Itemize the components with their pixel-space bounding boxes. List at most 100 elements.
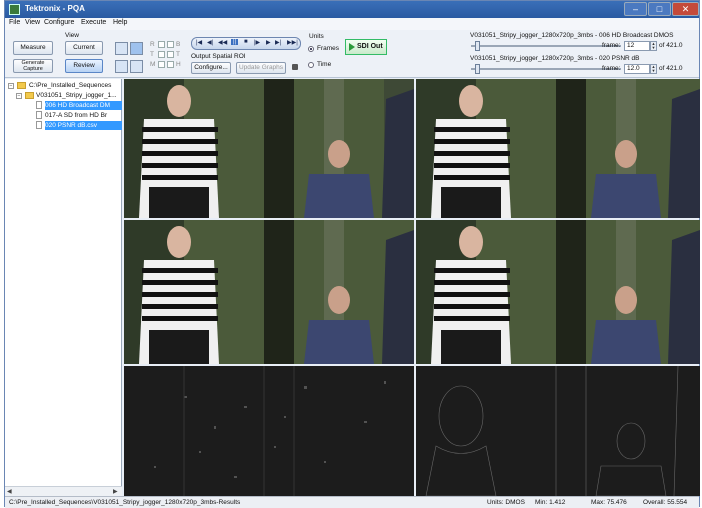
test-frame-view[interactable] [416,79,700,218]
current-label: Current [73,44,95,51]
status-units: Units: DMOS [487,499,525,506]
toggle-t1-label: T [150,51,154,58]
toggle-r-checkbox[interactable] [158,41,165,48]
menu-file[interactable]: File [9,19,20,26]
pause-icon[interactable]: || [231,39,239,45]
review-label: Review [73,62,95,69]
tree-horizontal-scrollbar[interactable]: ◀ ▶ [5,486,122,496]
menu-configure[interactable]: Configure [44,19,74,26]
toggle-h-checkbox[interactable] [167,61,174,68]
view-label: View [65,32,79,39]
scroll-right-icon[interactable]: ▶ [113,488,118,495]
sequence-2-frame-label: frame: [602,65,621,72]
stop-icon[interactable]: ■ [244,39,248,45]
fast-forward-icon[interactable]: ▶| [275,39,281,46]
tree-item-006[interactable]: 006 HD Broadcast DM [45,101,122,110]
menu-help[interactable]: Help [113,19,127,26]
minimize-button[interactable]: – [624,2,647,16]
sdi-out-button[interactable]: SDI Out [345,39,387,55]
sequence-1-total: of 421.0 [659,42,683,49]
status-max: Max: 75.476 [591,499,627,506]
toggle-t2-label: T [176,51,180,58]
rewind-icon[interactable]: ◀◀ [218,39,227,46]
window-title: Tektronix - PQA [25,4,85,13]
frames-radio[interactable] [308,46,314,52]
tree-child-expander[interactable]: − [16,93,22,99]
menu-execute[interactable]: Execute [81,19,106,26]
time-radio[interactable] [308,62,314,68]
sequence-1-slider-thumb[interactable] [475,41,481,51]
app-icon [9,4,20,15]
sdi-out-label: SDI Out [357,43,383,50]
status-min: Min: 1.412 [535,499,566,506]
lock-icon[interactable] [292,64,298,70]
step-forward-icon[interactable]: |▶ [254,39,260,46]
toggle-g-checkbox[interactable] [167,41,174,48]
toggle-m-checkbox[interactable] [158,61,165,68]
toggle-b-label: B [176,41,181,48]
maximize-button[interactable]: □ [648,2,671,16]
quad-layout-icon[interactable] [130,42,143,55]
scroll-left-icon[interactable]: ◀ [7,488,12,495]
sequence-1-spinner[interactable]: ▲ ▼ [650,41,657,51]
root-folder-icon [17,82,26,89]
test-frame-view-2[interactable] [416,220,700,364]
units-label: Units [309,33,324,40]
transport-controls: |◀ ◀| ◀◀ || ■ |▶ ▶ ▶| ▶▶| [191,37,301,50]
tree-child[interactable]: V031051_Stripy_jogger_1... [36,91,122,100]
review-button[interactable]: Review [65,59,103,73]
file-icon [36,121,42,129]
sequence-2-name: V031051_Stripy_jogger_1280x720p_3mbs - 0… [470,55,640,62]
toggle-t2-checkbox[interactable] [167,51,174,58]
status-overall: Overall: 55.554 [643,499,688,506]
tree-item-017[interactable]: 017-A SD from HD Br [45,111,122,120]
file-icon [36,101,42,109]
app-window: Tektronix - PQA – □ ✕ File View Configur… [4,0,700,508]
single-layout-icon[interactable] [115,60,128,73]
toggle-r-label: R [150,41,155,48]
time-label: Time [317,61,332,68]
sequence-tree: − C:\Pre_Installed_Sequences − V031051_S… [5,79,122,496]
sequence-1-name: V031051_Stripy_jogger_1280x720p_3mbs - 0… [470,32,674,39]
psnr-difference-map[interactable] [416,366,700,496]
reference-frame-view-2[interactable] [124,220,414,364]
sequence-1-slider-track[interactable] [471,45,621,47]
go-start-icon[interactable]: |◀ [196,39,202,46]
toggle-m-label: M [150,61,156,68]
sequence-2-frame-input[interactable]: 12.0 [624,64,650,74]
tree-root[interactable]: C:\Pre_Installed_Sequences [29,81,121,90]
grid-layout-icon[interactable] [115,42,128,55]
measure-button[interactable]: Measure [13,41,53,55]
sequence-2-slider-thumb[interactable] [475,64,481,74]
sequence-2-slider-track[interactable] [471,68,621,70]
update-graphs-button[interactable]: Update Graphs [236,62,286,74]
sequence-2-total: of 421.0 [659,65,683,72]
close-button[interactable]: ✕ [672,2,699,16]
current-button[interactable]: Current [65,41,103,55]
sequence-2-spinner[interactable]: ▲ ▼ [650,64,657,74]
frames-label: Frames [317,45,340,52]
go-end-icon[interactable]: ▶▶| [287,39,298,46]
reference-frame-view[interactable] [124,79,414,218]
configure-button[interactable]: Configure... [191,62,231,74]
generate-capture-button[interactable]: Generate Capture [13,59,53,73]
dual-layout-icon[interactable] [130,60,143,73]
sequence-1-frame-input[interactable]: 12 [624,41,650,51]
configure-label: Configure... [194,64,228,71]
toggle-t1-checkbox[interactable] [158,51,165,58]
tree-root-expander[interactable]: − [8,83,14,89]
status-path: C:\Pre_Installed_Sequences\V031051_Strip… [9,499,241,506]
menu-view[interactable]: View [25,19,40,26]
dmos-difference-map[interactable] [124,366,414,496]
title-bar: Tektronix - PQA – □ ✕ [5,1,699,18]
sdi-play-icon [349,43,355,51]
tree-item-020[interactable]: 020 PSNR dB.csv [45,121,122,130]
generate-capture-label: Generate Capture [21,60,45,72]
toolbar: View Measure Current Generate Capture Re… [5,30,699,78]
file-icon [36,111,42,119]
play-icon[interactable]: ▶ [266,39,271,46]
sequence-1-frame-label: frame: [602,42,621,49]
step-back-icon[interactable]: ◀| [207,39,213,46]
update-graphs-label: Update Graphs [238,64,284,71]
child-folder-icon [25,92,34,99]
